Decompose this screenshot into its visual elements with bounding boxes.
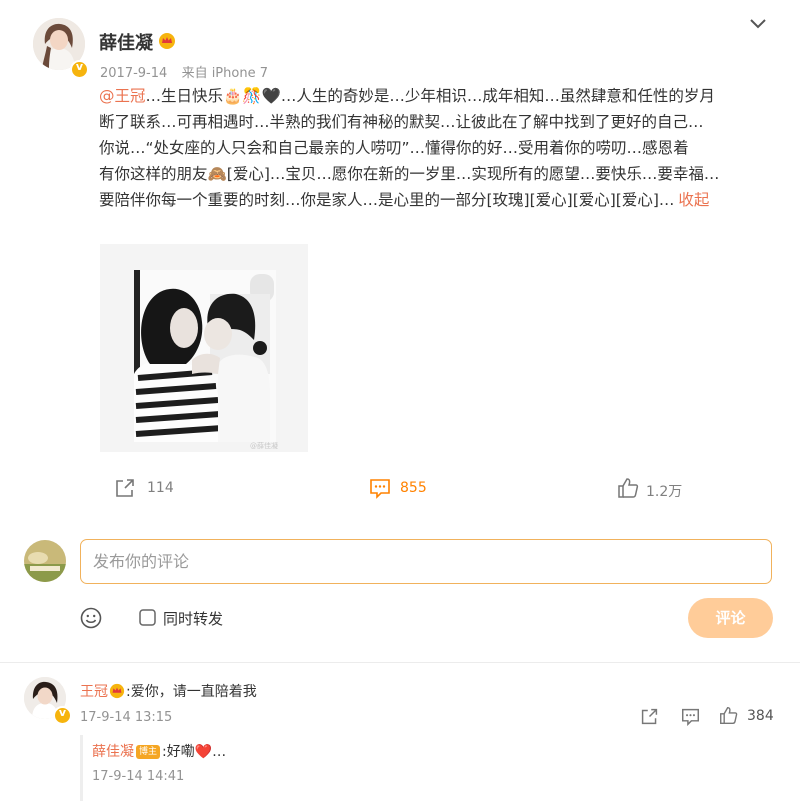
comment-button[interactable]: 855 bbox=[369, 477, 449, 501]
submit-comment-button[interactable]: 评论 bbox=[688, 598, 773, 638]
reply-text: 好嘞❤️… bbox=[166, 744, 227, 760]
comment-count: 855 bbox=[400, 480, 427, 496]
post-source: 来自 iPhone 7 bbox=[181, 66, 268, 81]
post-line-1: …生日快乐🎂🎊🖤…人生的奇妙是…少年相识…成年相知…虽然肆意和任性的岁月 bbox=[145, 87, 715, 105]
member-crown-icon bbox=[158, 32, 176, 54]
checkbox-icon[interactable] bbox=[139, 609, 156, 626]
comment-icon bbox=[369, 477, 391, 499]
like-icon bbox=[617, 477, 639, 499]
post-line-5: 要陪伴你每一个重要的时刻…你是家人…是心里的一部分[玫瑰][爱心][爱心][爱心… bbox=[99, 191, 675, 209]
commenter-verified-icon bbox=[53, 706, 72, 725]
repost-count: 114 bbox=[147, 480, 174, 496]
reply-author[interactable]: 薛佳凝 bbox=[92, 744, 134, 760]
comment-author[interactable]: 王冠 bbox=[80, 684, 108, 700]
reply-time: 17-9-14 14:41 bbox=[92, 769, 185, 784]
post-meta: 2017-9-14 来自 iPhone 7 bbox=[100, 62, 268, 81]
verified-icon bbox=[70, 60, 89, 79]
photo-watermark: @薛佳凝 bbox=[250, 441, 278, 450]
chevron-down-icon[interactable] bbox=[749, 18, 767, 30]
comment-content: 王冠:爱你，请一直陪着我 bbox=[80, 683, 257, 700]
comment-text: 爱你，请一直陪着我 bbox=[130, 684, 257, 700]
emoji-icon[interactable] bbox=[80, 607, 102, 629]
comment-reply-icon[interactable] bbox=[681, 707, 700, 726]
comment-like-icon bbox=[719, 706, 738, 725]
like-count: 1.2万 bbox=[646, 484, 683, 500]
current-user-avatar bbox=[24, 540, 66, 582]
post-body: @王冠…生日快乐🎂🎊🖤…人生的奇妙是…少年相识…成年相知…虽然肆意和任性的岁月 … bbox=[99, 83, 779, 213]
comment-input-box[interactable] bbox=[80, 539, 772, 584]
author-badge: 博主 bbox=[136, 745, 161, 759]
post-photo[interactable]: @薛佳凝 bbox=[100, 244, 308, 452]
post-author-name[interactable]: 薛佳凝 bbox=[99, 29, 153, 55]
reply-thread-line bbox=[80, 735, 83, 801]
post-line-3: 你说…“处女座的人只会和自己最亲的人唠叨”…懂得你的好…受用着你的唠叨…感恩着 bbox=[99, 139, 689, 157]
comment-like-button[interactable]: 384 bbox=[719, 706, 779, 728]
commenter-crown-icon bbox=[109, 683, 125, 699]
post-date[interactable]: 2017-9-14 bbox=[100, 66, 167, 81]
comment-input[interactable] bbox=[81, 540, 771, 583]
collapse-link[interactable]: 收起 bbox=[678, 191, 709, 209]
repost-icon bbox=[114, 477, 136, 499]
also-repost-label: 同时转发 bbox=[163, 610, 224, 628]
post-line-2: 断了联系…可再相遇时…半熟的我们有神秘的默契…让彼此在了解中找到了更好的自己… bbox=[99, 113, 704, 131]
mention-link[interactable]: @王冠 bbox=[99, 87, 146, 105]
reply-content: 薛佳凝 博主:好嘞❤️… bbox=[92, 744, 227, 760]
comment-repost-icon[interactable] bbox=[640, 707, 659, 726]
comment-time: 17-9-14 13:15 bbox=[80, 710, 173, 725]
post-line-4: 有你这样的朋友🙈[爱心]…宝贝…愿你在新的一岁里…实现所有的愿望…要快乐…要幸福… bbox=[99, 165, 720, 183]
repost-button[interactable]: 114 bbox=[114, 477, 194, 501]
like-button[interactable]: 1.2万 bbox=[617, 477, 697, 501]
comment-like-count: 384 bbox=[747, 708, 774, 724]
section-divider bbox=[0, 662, 800, 663]
